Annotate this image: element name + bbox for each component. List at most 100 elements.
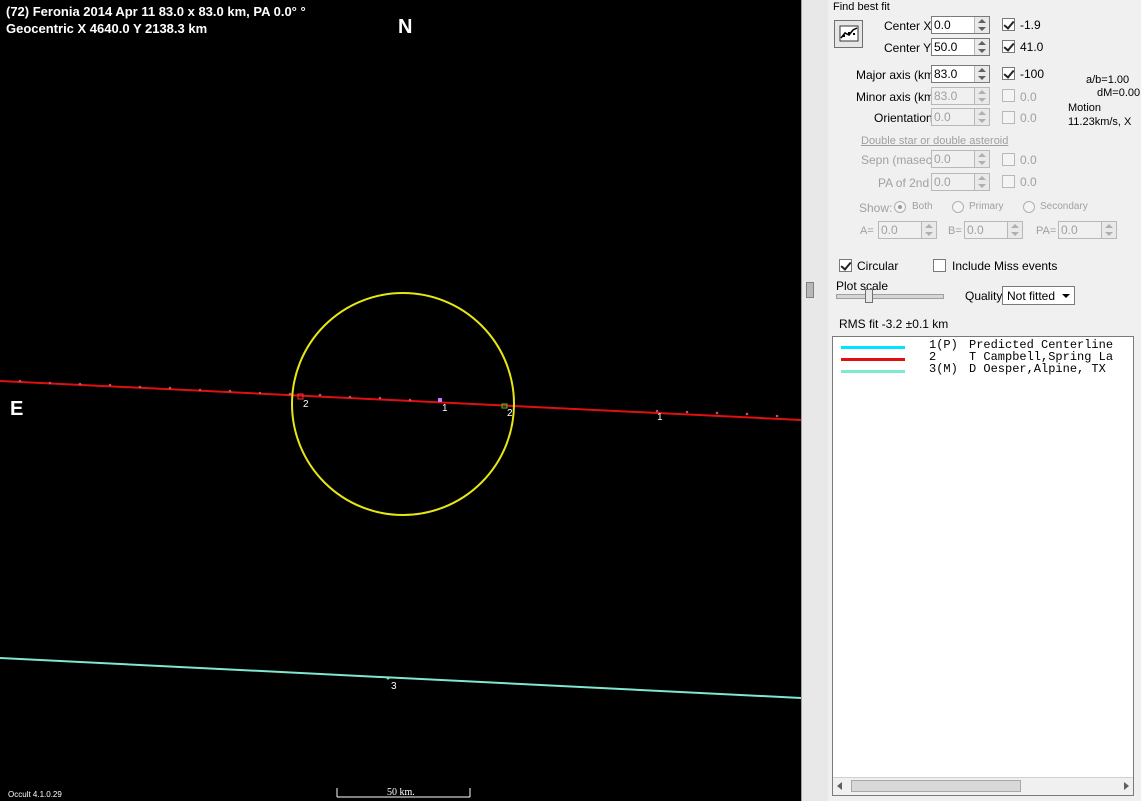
sepn-input[interactable]: 0.0 [931, 150, 990, 168]
center-x-spinner[interactable] [974, 17, 989, 33]
center-y-checkbox[interactable] [1002, 40, 1015, 53]
major-axis-checkbox[interactable] [1002, 67, 1015, 80]
plot-scale-label: Plot scale [836, 279, 889, 293]
a-input[interactable]: 0.0 [878, 221, 937, 239]
scroll-right-icon[interactable] [1124, 782, 1129, 790]
minor-axis-checkbox[interactable] [1002, 89, 1015, 102]
east-label: E [10, 398, 24, 420]
orientation-input[interactable]: 0.0 [931, 108, 990, 126]
pa2nd-label: PA of 2nd [878, 176, 930, 190]
a-label: A= [860, 225, 874, 237]
legend-row[interactable]: 2 T Campbell,Spring La [833, 350, 1113, 365]
legend-code: 3(M) [929, 362, 958, 376]
double-star-link[interactable]: Double star or double asteroid [861, 135, 1008, 147]
circular-checkbox[interactable] [839, 259, 852, 272]
minor-axis-input[interactable]: 83.0 [931, 87, 990, 105]
pa2nd-spinner[interactable] [974, 174, 989, 190]
occultation-plot[interactable]: (72) Feronia 2014 Apr 11 83.0 x 83.0 km,… [0, 0, 801, 801]
b-input[interactable]: 0.0 [964, 221, 1023, 239]
chord-line-observer-3 [0, 657, 801, 699]
quality-label: Quality [965, 289, 1003, 303]
sepn-value: 0.0 [934, 152, 951, 166]
center-y-spinner[interactable] [974, 39, 989, 55]
sepn-checkbox[interactable] [1002, 153, 1015, 166]
motion-value: 11.23km/s, X [1068, 116, 1132, 128]
pa2nd-value: 0.0 [934, 175, 951, 189]
plot-title: (72) Feronia 2014 Apr 11 83.0 x 83.0 km,… [6, 4, 306, 19]
legend-color-line [841, 370, 905, 373]
observer-legend-list[interactable]: 1(P) Predicted Centerline 2 T Campbell,S… [832, 336, 1134, 796]
scroll-left-icon[interactable] [837, 782, 842, 790]
rms-fit-label: RMS fit -3.2 ±0.1 km [839, 317, 949, 331]
show-both-label: Both [912, 201, 933, 212]
splitter-bar[interactable] [801, 0, 829, 801]
chord-label-3: 3 [391, 681, 397, 692]
legend-text: D Oesper,Alpine, TX [969, 362, 1106, 376]
pa2nd-input[interactable]: 0.0 [931, 173, 990, 191]
scrollbar-thumb[interactable] [851, 780, 1021, 792]
quality-value: Not fitted [1007, 289, 1056, 303]
legend-color-line [841, 346, 905, 349]
b-value: 0.0 [967, 223, 984, 237]
circular-label: Circular [857, 259, 899, 273]
sepn-spinner[interactable] [974, 151, 989, 167]
pa-input[interactable]: 0.0 [1058, 221, 1117, 239]
minor-axis-label: Minor axis (km) [856, 90, 939, 104]
sepn-label: Sepn (masec) [861, 153, 936, 167]
center-y-result: 41.0 [1020, 40, 1044, 54]
plot-scale-slider[interactable] [836, 289, 944, 303]
find-best-fit-button[interactable] [834, 20, 863, 48]
orientation-result: 0.0 [1020, 111, 1037, 125]
quality-dropdown[interactable]: Not fitted [1002, 286, 1075, 305]
minor-axis-result: 0.0 [1020, 90, 1037, 104]
center-x-label: Center X [884, 19, 932, 33]
major-axis-result: -100 [1020, 67, 1045, 81]
fit-panel: Find best fit Center X 0.0 -1.9 Center Y… [828, 0, 1141, 801]
plot-scale-slider-knob[interactable] [865, 289, 873, 303]
show-primary-radio[interactable] [952, 201, 964, 213]
legend-color-line [841, 358, 905, 361]
orientation-value: 0.0 [934, 110, 951, 124]
show-both-radio[interactable] [894, 201, 906, 213]
center-x-value: 0.0 [934, 18, 951, 32]
major-axis-label: Major axis (km) [856, 68, 939, 82]
north-label: N [398, 16, 413, 38]
center-x-result: -1.9 [1020, 18, 1041, 32]
pa2nd-checkbox[interactable] [1002, 175, 1015, 188]
center-x-input[interactable]: 0.0 [931, 16, 990, 34]
version-label: Occult 4.1.0.29 [8, 790, 62, 799]
a-spinner[interactable] [921, 222, 936, 238]
splitter-grip[interactable] [806, 282, 814, 298]
center-marker [438, 398, 442, 402]
plot-graphics [0, 292, 801, 798]
predicted-path-dots [18, 379, 779, 680]
scale-bar-label: 50 km. [387, 787, 415, 798]
minor-axis-value: 83.0 [934, 89, 958, 103]
major-axis-spinner[interactable] [974, 66, 989, 82]
center-y-label: Center Y [884, 41, 932, 55]
legend-row[interactable]: 3(M) D Oesper,Alpine, TX [833, 362, 1106, 377]
center-y-input[interactable]: 50.0 [931, 38, 990, 56]
major-axis-value: 83.0 [934, 67, 958, 81]
show-label: Show: [859, 201, 893, 215]
include-miss-label: Include Miss events [952, 259, 1058, 273]
include-miss-checkbox[interactable] [933, 259, 946, 272]
show-secondary-radio[interactable] [1023, 201, 1035, 213]
chord-label-2-right: 2 [507, 408, 513, 419]
legend-horizontal-scrollbar[interactable] [833, 777, 1133, 795]
major-axis-input[interactable]: 83.0 [931, 65, 990, 83]
fit-chart-icon [839, 25, 859, 42]
orientation-checkbox[interactable] [1002, 111, 1015, 124]
pa-spinner[interactable] [1101, 222, 1116, 238]
sepn-result: 0.0 [1020, 153, 1037, 167]
b-spinner[interactable] [1007, 222, 1022, 238]
plot-subtitle: Geocentric X 4640.0 Y 2138.3 km [6, 21, 208, 36]
legend-row[interactable]: 1(P) Predicted Centerline [833, 338, 1113, 353]
pa2nd-result: 0.0 [1020, 175, 1037, 189]
center-x-checkbox[interactable] [1002, 18, 1015, 31]
a-value: 0.0 [881, 223, 898, 237]
minor-axis-spinner[interactable] [974, 88, 989, 104]
find-best-fit-label: Find best fit [833, 1, 890, 13]
orientation-spinner[interactable] [974, 109, 989, 125]
center-y-value: 50.0 [934, 40, 958, 54]
